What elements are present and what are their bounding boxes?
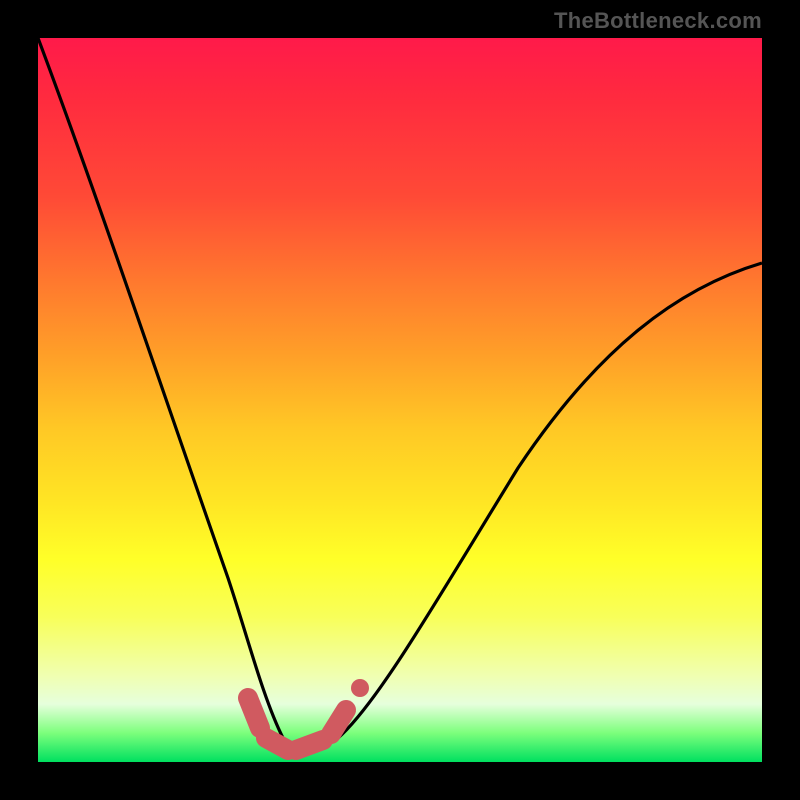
curve-path <box>38 38 762 749</box>
chart-plot-area <box>38 38 762 762</box>
outlier-marker <box>351 679 369 697</box>
bottleneck-curve <box>38 38 762 762</box>
chart-frame: TheBottleneck.com <box>0 0 800 800</box>
source-attribution: TheBottleneck.com <box>554 10 762 32</box>
trough-marker <box>248 698 346 750</box>
